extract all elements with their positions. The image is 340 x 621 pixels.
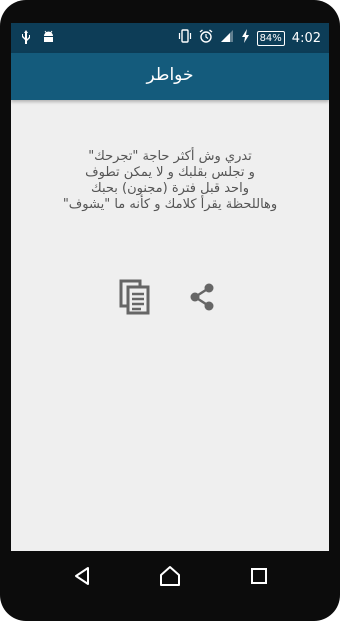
battery-indicator: 84% [256, 30, 285, 46]
copy-button[interactable] [115, 279, 155, 319]
quote-line: واحد قبل فترة (مجنون) بحبك [91, 181, 249, 196]
recent-apps-button[interactable] [247, 564, 271, 588]
home-icon [158, 566, 182, 592]
status-bar-left [20, 30, 55, 48]
quote-text[interactable]: تدري وش أكثر حاجة "تجرحك" و تجلس بقلبك و… [21, 149, 319, 213]
main-content: تدري وش أكثر حاجة "تجرحك" و تجلس بقلبك و… [11, 100, 329, 551]
page-title: خواطر [146, 65, 194, 85]
status-time: 4:02 [291, 30, 321, 46]
usb-icon [20, 30, 32, 48]
status-bar-right: 84% 4:02 [178, 29, 321, 47]
charging-icon [241, 29, 250, 47]
vibrate-icon [178, 29, 192, 47]
signal-icon [220, 29, 234, 47]
android-debug-icon [42, 30, 55, 48]
quote-line: و تجلس بقلبك و لا يمكن تطوف [85, 165, 255, 180]
status-bar: 84% 4:02 [11, 23, 329, 53]
screen: 84% 4:02 خواطر تدري وش أكثر حاجة "تجرحك"… [11, 23, 329, 551]
navigation-bar [0, 551, 340, 599]
phone-frame: 84% 4:02 خواطر تدري وش أكثر حاجة "تجرحك"… [0, 0, 340, 621]
quote-line: تدري وش أكثر حاجة "تجرحك" [88, 149, 252, 164]
share-icon [187, 282, 217, 316]
recent-apps-icon [247, 568, 271, 592]
copy-icon [119, 279, 151, 319]
home-button[interactable] [158, 564, 182, 588]
back-button[interactable] [70, 564, 94, 588]
quote-line: وهاللحظة يقرأ كلامك و كأنه ما "يشوف" [62, 197, 278, 212]
back-icon [70, 567, 94, 592]
alarm-icon [199, 29, 213, 47]
share-button[interactable] [182, 279, 222, 319]
app-bar: خواطر [11, 53, 329, 100]
